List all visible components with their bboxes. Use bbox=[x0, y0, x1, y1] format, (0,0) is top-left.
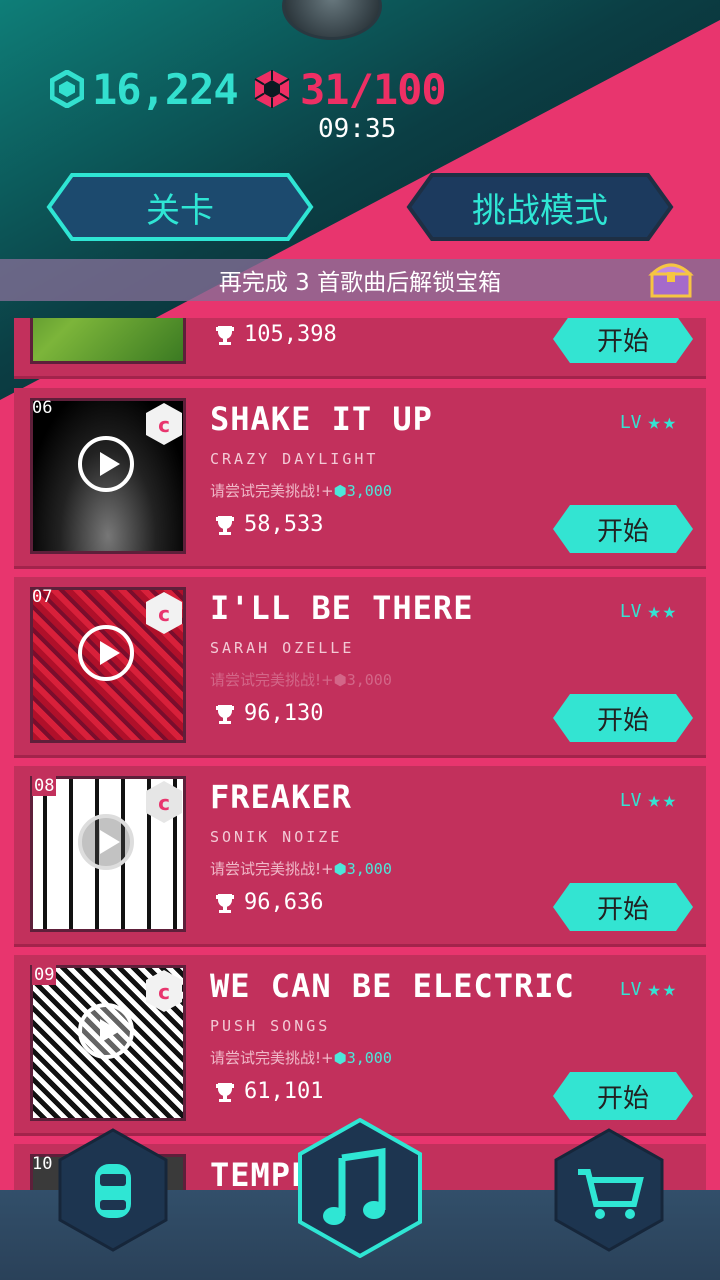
difficulty-level: LV ★★ bbox=[619, 599, 678, 624]
play-preview-icon[interactable] bbox=[78, 436, 134, 492]
trophy-icon bbox=[216, 515, 234, 535]
difficulty-stars-icon: ★★ bbox=[647, 410, 678, 435]
nav-garage-button[interactable] bbox=[58, 1128, 168, 1252]
perfect-challenge-hint: 请尝试完美挑战!+⬢3,000 bbox=[210, 860, 392, 878]
song-number: 08 bbox=[32, 776, 57, 796]
song-list[interactable]: 105,398 开始 06 c SHAKE IT UP CRAZY DAYLIG… bbox=[14, 318, 706, 1198]
collection-badge-icon: c bbox=[146, 592, 182, 634]
song-card: 07 c I'LL BE THERE SARAH OZELLE 请尝试完美挑战!… bbox=[14, 577, 706, 758]
svg-text:c: c bbox=[158, 980, 170, 1004]
tab-challenge-mode[interactable]: 挑战模式 bbox=[406, 172, 674, 242]
play-preview-icon[interactable] bbox=[78, 1003, 134, 1059]
coin-hex-icon bbox=[50, 70, 84, 108]
svg-text:c: c bbox=[158, 413, 170, 437]
difficulty-level: LV ★★ bbox=[619, 977, 678, 1002]
song-number: 10 bbox=[32, 1154, 53, 1174]
energy-gem-icon bbox=[254, 70, 290, 108]
song-title: FREAKER bbox=[210, 778, 352, 816]
song-number: 09 bbox=[32, 965, 57, 985]
song-high-score: 96,130 bbox=[214, 701, 323, 726]
song-number: 06 bbox=[32, 398, 53, 418]
song-number: 07 bbox=[32, 587, 53, 607]
song-artist: CRAZY DAYLIGHT bbox=[210, 450, 379, 468]
song-title: SHAKE IT UP bbox=[210, 400, 433, 438]
nav-music-button[interactable] bbox=[298, 1118, 422, 1258]
collection-badge-icon: c bbox=[146, 403, 182, 445]
song-high-score: 61,101 bbox=[214, 1079, 323, 1104]
song-high-score: 96,636 bbox=[214, 890, 323, 915]
difficulty-stars-icon: ★★ bbox=[647, 977, 678, 1002]
song-artist: PUSH SONGS bbox=[210, 1017, 331, 1035]
chest-unlock-banner: 再完成 3 首歌曲后解锁宝箱 bbox=[0, 259, 720, 301]
start-button[interactable]: 开始 bbox=[552, 1071, 694, 1121]
song-high-score: 58,533 bbox=[214, 512, 323, 537]
energy-timer: 09:35 bbox=[318, 114, 397, 144]
perfect-challenge-hint: 请尝试完美挑战!+⬢3,000 bbox=[210, 482, 392, 500]
trophy-icon bbox=[216, 1082, 234, 1102]
difficulty-level: LV ★★ bbox=[619, 788, 678, 813]
song-title: WE CAN BE ELECTRIC bbox=[210, 967, 575, 1005]
play-preview-icon[interactable] bbox=[78, 814, 134, 870]
start-label: 开始 bbox=[596, 1083, 649, 1114]
song-card: 06 c SHAKE IT UP CRAZY DAYLIGHT 请尝试完美挑战!… bbox=[14, 388, 706, 569]
start-label: 开始 bbox=[596, 516, 649, 547]
trophy-icon bbox=[216, 325, 234, 345]
collection-badge-icon: c bbox=[146, 781, 182, 823]
song-high-score: 105,398 bbox=[214, 322, 337, 347]
svg-text:c: c bbox=[158, 602, 170, 626]
song-card: 105,398 开始 bbox=[14, 318, 706, 379]
reward-coin-icon: ⬢ bbox=[333, 671, 347, 689]
song-card: 09 c WE CAN BE ELECTRIC PUSH SONGS 请尝试完美… bbox=[14, 955, 706, 1136]
song-artist: SARAH OZELLE bbox=[210, 639, 355, 657]
perfect-challenge-hint: 请尝试完美挑战!+⬢3,000 bbox=[210, 1049, 392, 1067]
start-label: 开始 bbox=[596, 894, 649, 925]
coin-counter: 16,224 bbox=[50, 64, 239, 114]
difficulty-stars-icon: ★★ bbox=[647, 599, 678, 624]
svg-text:c: c bbox=[158, 791, 170, 815]
nav-shop-button[interactable] bbox=[554, 1128, 664, 1252]
treasure-chest-icon[interactable] bbox=[648, 256, 694, 300]
banner-text: 再完成 3 首歌曲后解锁宝箱 bbox=[218, 270, 502, 296]
collection-badge-icon: c bbox=[146, 970, 182, 1012]
energy-amount: 31/100 bbox=[300, 64, 447, 114]
coin-amount: 16,224 bbox=[92, 64, 239, 114]
music-note-icon bbox=[298, 1118, 422, 1258]
start-button[interactable]: 开始 bbox=[552, 882, 694, 932]
reward-coin-icon: ⬢ bbox=[333, 860, 347, 878]
trophy-icon bbox=[216, 704, 234, 724]
car-icon bbox=[58, 1128, 168, 1252]
tab-levels-label: 关卡 bbox=[146, 190, 214, 231]
start-button[interactable]: 开始 bbox=[552, 693, 694, 743]
reward-coin-icon: ⬢ bbox=[333, 482, 347, 500]
difficulty-stars-icon: ★★ bbox=[647, 788, 678, 813]
tab-challenge-label: 挑战模式 bbox=[472, 190, 608, 231]
start-button[interactable]: 开始 bbox=[552, 318, 694, 364]
start-label: 开始 bbox=[596, 326, 649, 357]
song-artist: SONIK NOIZE bbox=[210, 828, 343, 846]
trophy-icon bbox=[216, 893, 234, 913]
start-label: 开始 bbox=[596, 705, 649, 736]
difficulty-level: LV ★★ bbox=[619, 410, 678, 435]
reward-coin-icon: ⬢ bbox=[333, 1049, 347, 1067]
song-title: I'LL BE THERE bbox=[210, 589, 474, 627]
song-card: 08 c FREAKER SONIK NOIZE 请尝试完美挑战!+⬢3,000… bbox=[14, 766, 706, 947]
perfect-challenge-hint: 请尝试完美挑战!+⬢3,000 bbox=[210, 671, 392, 689]
start-button[interactable]: 开始 bbox=[552, 504, 694, 554]
tab-levels[interactable]: 关卡 bbox=[46, 172, 314, 242]
energy-counter: 31/100 bbox=[252, 64, 447, 114]
play-preview-icon[interactable] bbox=[78, 625, 134, 681]
song-cover[interactable] bbox=[30, 318, 186, 364]
cart-icon bbox=[554, 1128, 664, 1252]
